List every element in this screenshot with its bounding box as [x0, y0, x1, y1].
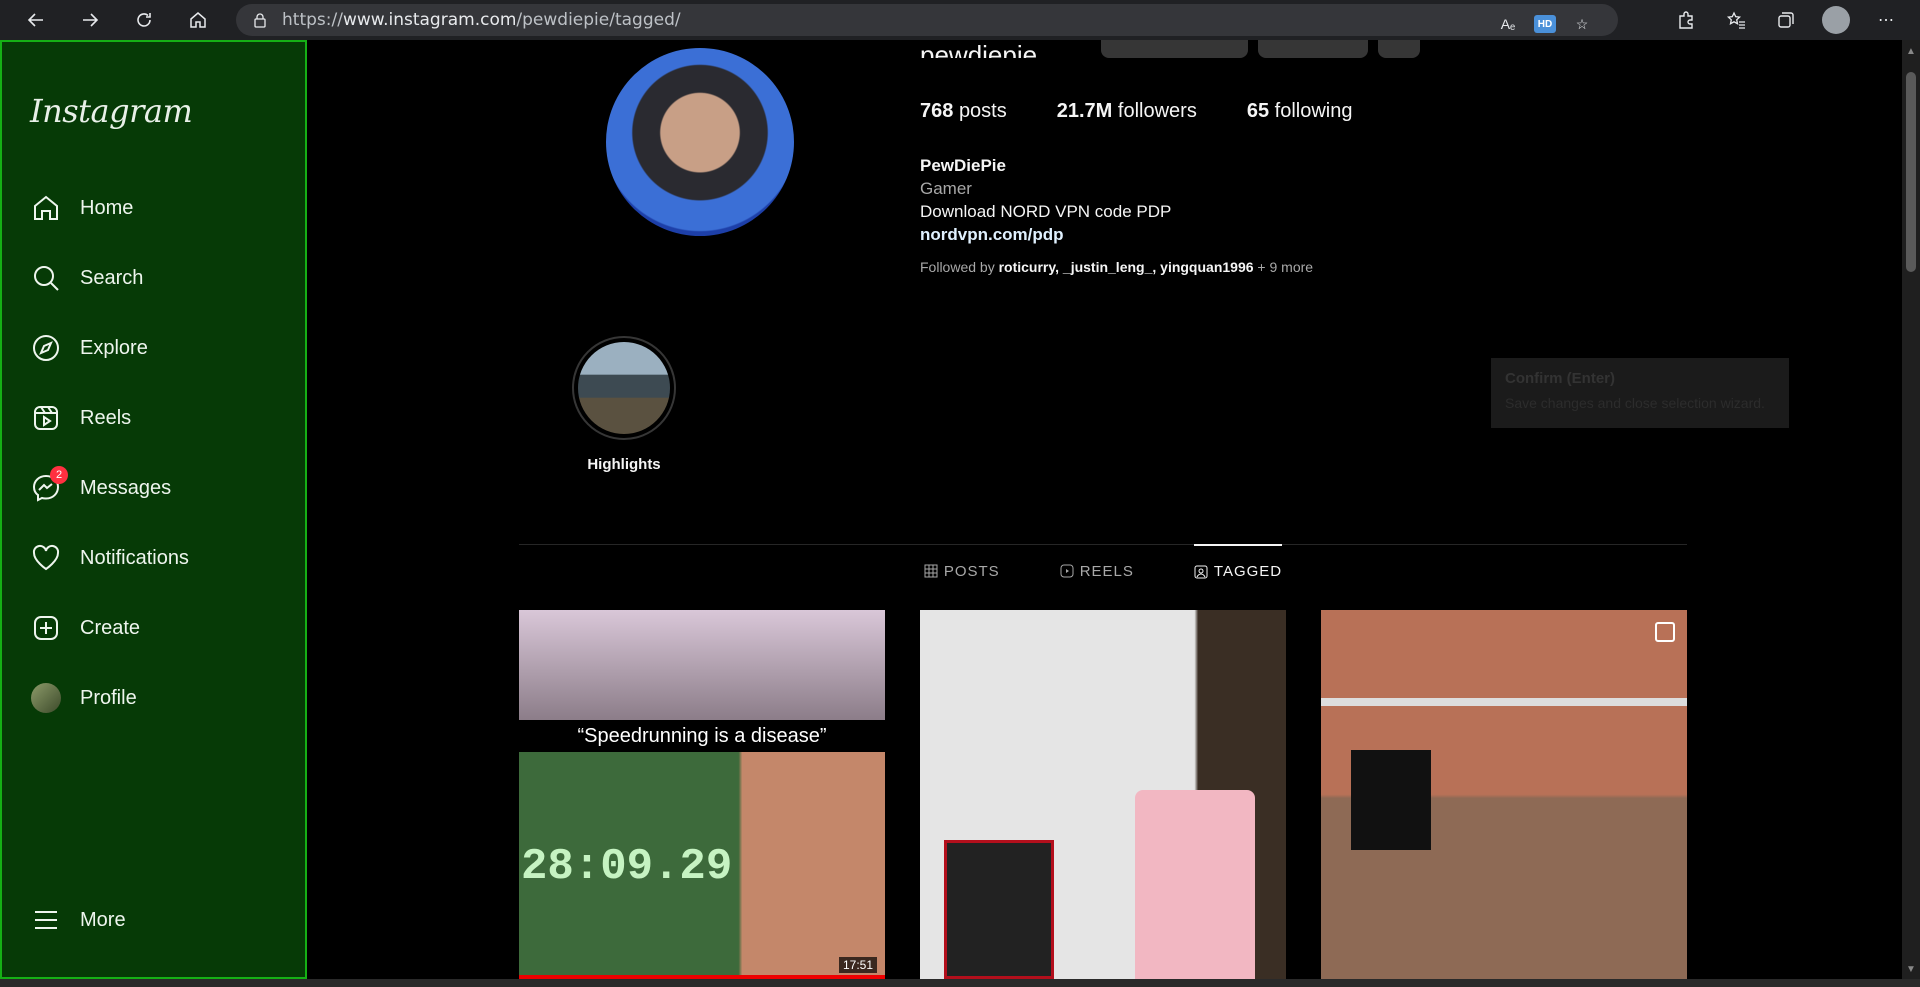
- sidebar-item-label: Create: [80, 616, 141, 639]
- messenger-icon: 2: [30, 466, 68, 504]
- sidebar-item-notifications[interactable]: Notifications: [30, 538, 189, 578]
- sidebar-item-label: Profile: [80, 686, 137, 709]
- profile-tabs: POSTS REELS TAGGED: [519, 544, 1687, 595]
- url-text: https://www.instagram.com/pewdiepie/tagg…: [282, 10, 681, 30]
- sidebar-item-messages[interactable]: 2 Messages: [30, 466, 172, 508]
- browser-toolbar: https://www.instagram.com/pewdiepie/tagg…: [0, 0, 1920, 40]
- profile-stats: 768 posts 21.7M followers 65 following: [920, 100, 1352, 123]
- message-button[interactable]: [1258, 40, 1368, 58]
- following-button[interactable]: [1101, 40, 1248, 58]
- scrollbar[interactable]: ▲ ▼: [1902, 40, 1920, 979]
- back-icon[interactable]: [18, 2, 54, 38]
- sidebar-item-create[interactable]: Create: [30, 608, 140, 648]
- favorites-icon[interactable]: [1722, 6, 1750, 34]
- address-bar[interactable]: https://www.instagram.com/pewdiepie/tagg…: [236, 4, 1618, 36]
- scroll-down-icon[interactable]: ▼: [1906, 964, 1916, 975]
- sidebar-item-label: Home: [80, 196, 134, 219]
- sidebar-item-profile[interactable]: Profile: [30, 678, 137, 718]
- sidebar-item-label: Search: [80, 266, 144, 289]
- plus-square-icon: [30, 612, 62, 644]
- tab-reels[interactable]: REELS: [1060, 545, 1134, 595]
- search-icon: [30, 262, 62, 294]
- sidebar-item-home[interactable]: Home: [30, 188, 133, 228]
- followers-link[interactable]: 21.7M followers: [1057, 100, 1197, 123]
- sidebar-item-search[interactable]: Search: [30, 258, 143, 298]
- home-icon: [30, 192, 62, 224]
- sidebar-item-label: Reels: [80, 406, 132, 429]
- sidebar-item-reels[interactable]: Reels: [30, 398, 131, 438]
- posts-count: 768 posts: [920, 100, 1007, 122]
- post-tile[interactable]: [920, 610, 1286, 979]
- profile-username: pewdiepie: [920, 40, 1038, 58]
- highlight-label: Highlights: [587, 456, 661, 473]
- sidebar-item-label: More: [80, 908, 126, 931]
- messages-badge: 2: [50, 466, 68, 484]
- compass-icon: [30, 332, 62, 364]
- collections-icon[interactable]: [1772, 6, 1800, 34]
- tab-tagged[interactable]: TAGGED: [1193, 544, 1283, 595]
- browser-profile-avatar[interactable]: [1822, 6, 1850, 34]
- tooltip-title: Confirm (Enter): [1505, 370, 1615, 387]
- posts-grid: “Speedrunning is a disease” 28:09.29 17:…: [519, 610, 1687, 979]
- profile-category: Gamer: [920, 179, 972, 198]
- add-favorite-icon[interactable]: ☆: [1570, 12, 1594, 36]
- sidebar: Instagram Home Search Explore Reels 2 Me…: [0, 40, 307, 979]
- following-link[interactable]: 65 following: [1247, 100, 1353, 123]
- story-highlight[interactable]: [572, 336, 676, 440]
- reels-icon: [1060, 564, 1074, 578]
- tooltip-description: Save changes and close selection wizard.: [1505, 395, 1765, 411]
- lock-icon: [252, 12, 268, 28]
- profile-action-buttons: [1101, 40, 1420, 58]
- extensions-icon[interactable]: [1672, 6, 1700, 34]
- scroll-up-icon[interactable]: ▲: [1906, 46, 1916, 57]
- hamburger-menu-icon: [30, 904, 62, 936]
- reels-icon: [30, 402, 62, 434]
- sidebar-item-label: Messages: [80, 476, 172, 499]
- add-friend-button[interactable]: [1378, 40, 1420, 58]
- sidebar-item-label: Notifications: [80, 546, 189, 569]
- instagram-logo[interactable]: Instagram: [30, 92, 193, 130]
- profile-avatar[interactable]: [606, 48, 794, 236]
- post-tile[interactable]: “Speedrunning is a disease” 28:09.29 17:…: [519, 610, 885, 979]
- scrollbar-thumb[interactable]: [1906, 72, 1916, 272]
- profile-bio-text: Download NORD VPN code PDP: [920, 202, 1172, 221]
- post-timer-text: 28:09.29: [521, 842, 733, 892]
- profile-website-link[interactable]: nordvpn.com/pdp: [920, 223, 1171, 246]
- tagged-icon: [1194, 565, 1208, 578]
- more-menu-icon[interactable]: ⋯: [1872, 6, 1900, 34]
- sidebar-item-more[interactable]: More: [30, 900, 126, 940]
- followed-by[interactable]: Followed by roticurry, _justin_leng_, yi…: [920, 259, 1313, 275]
- read-aloud-icon[interactable]: Aₑ: [1496, 12, 1520, 36]
- refresh-icon[interactable]: [126, 2, 162, 38]
- avatar: [30, 682, 62, 714]
- home-icon[interactable]: [180, 2, 216, 38]
- hd-icon[interactable]: HD: [1534, 15, 1556, 33]
- post-caption: “Speedrunning is a disease”: [519, 720, 885, 752]
- video-duration: 17:51: [838, 957, 877, 973]
- forward-icon[interactable]: [72, 2, 108, 38]
- main-content: pewdiepie 768 posts 21.7M followers 65 f…: [307, 40, 1902, 979]
- sidebar-item-explore[interactable]: Explore: [30, 328, 148, 368]
- tooltip: Confirm (Enter) Save changes and close s…: [1491, 358, 1789, 428]
- profile-full-name: PewDiePie: [920, 156, 1006, 175]
- status-bar: [0, 979, 1920, 987]
- post-tile[interactable]: [1321, 610, 1687, 979]
- grid-icon: [924, 564, 938, 578]
- carousel-icon: [1655, 622, 1675, 642]
- heart-icon: [30, 542, 62, 574]
- sidebar-item-label: Explore: [80, 336, 148, 359]
- profile-bio: PewDiePie Gamer Download NORD VPN code P…: [920, 154, 1171, 246]
- tab-posts[interactable]: POSTS: [924, 545, 1000, 595]
